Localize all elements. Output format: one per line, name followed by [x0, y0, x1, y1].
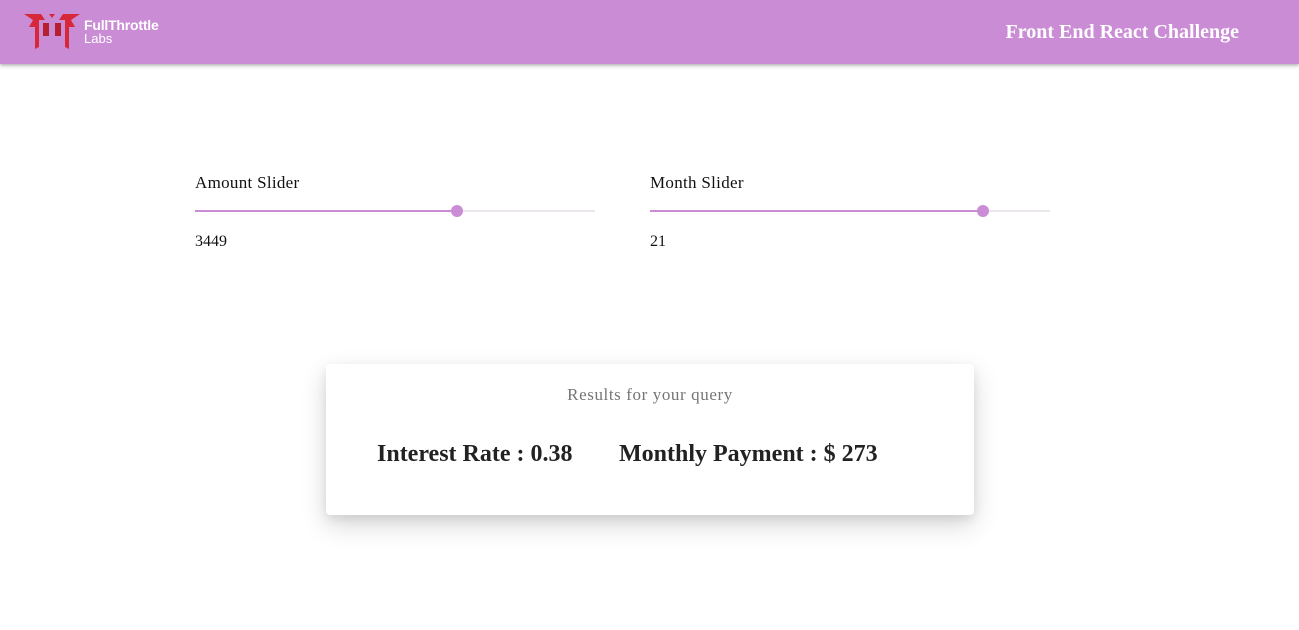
monthly-payment-result: Monthly Payment : $ 273: [619, 441, 878, 467]
amount-value: 3449: [195, 233, 227, 250]
month-slider-thumb[interactable]: [977, 204, 990, 217]
interest-rate-result: Interest Rate : 0.38: [377, 441, 573, 467]
app-bar: FullThrottle Labs Front End React Challe…: [0, 0, 1299, 64]
amount-slider-label: Amount Slider: [195, 173, 300, 192]
amount-slider-track: [195, 209, 457, 212]
amount-slider-section: Amount Slider 3449: [195, 172, 595, 252]
month-slider[interactable]: [650, 196, 1050, 226]
amount-slider-thumb[interactable]: [451, 204, 463, 217]
fullthrottle-logo-icon: [24, 14, 80, 49]
amount-slider[interactable]: [195, 196, 595, 226]
logo-subtitle: Labs: [84, 31, 113, 46]
app-title: Front End React Challenge: [1005, 21, 1239, 43]
fullthrottle-logo[interactable]: FullThrottle Labs: [24, 14, 184, 50]
month-slider-label: Month Slider: [650, 173, 744, 192]
month-value: 21: [650, 233, 666, 250]
month-slider-track: [650, 209, 984, 212]
results-heading: Results for your query: [567, 385, 733, 404]
month-slider-section: Month Slider 21: [650, 172, 1050, 252]
results-card: Results for your query Interest Rate : 0…: [326, 364, 974, 515]
